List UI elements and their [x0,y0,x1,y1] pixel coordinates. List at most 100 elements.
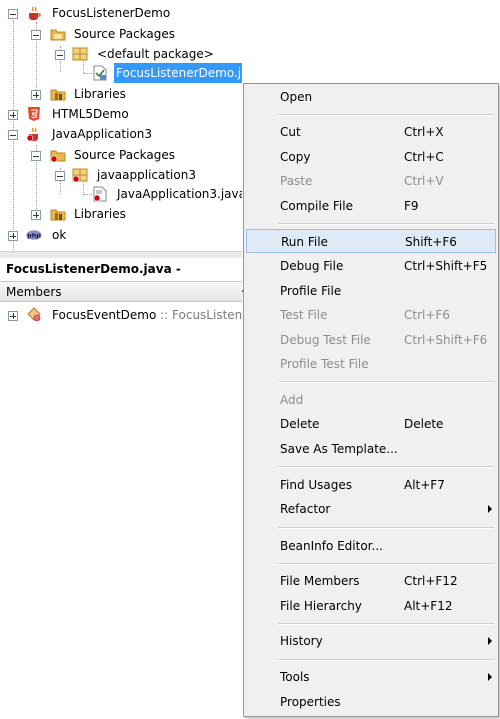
menu-label: Paste [280,174,313,188]
collapse-toggle[interactable] [8,9,18,19]
menu-item-debug-file[interactable]: Debug File Ctrl+Shift+F5 [246,254,496,278]
member-focuseventdemo[interactable]: FocusEventDemo :: FocusListener [0,305,255,325]
collapse-toggle[interactable] [31,30,41,40]
menu-label: Save As Template... [280,442,398,456]
package-icon [72,47,88,61]
source-folder-error-icon [50,150,66,163]
menu-item-properties[interactable]: Properties [246,690,496,714]
menu-item-run-file[interactable]: Run File Shift+F6 [246,229,496,253]
menu-shortcut: Ctrl+Shift+F5 [404,259,488,273]
menu-item-compile-file[interactable]: Compile File F9 [246,194,496,218]
tree-node-focuslistenerdemo[interactable]: FocusListenerDemo [0,3,242,23]
tree-node-libraries[interactable]: Libraries [0,84,242,104]
menu-label: Delete [280,417,320,431]
menu-label: Profile File [280,284,342,298]
tree-node-label: HTML5Demo [52,107,129,121]
submenu-arrow-icon [488,505,492,513]
expand-toggle[interactable] [8,110,18,120]
menu-item-debug-test-file: Debug Test File Ctrl+Shift+F6 [246,328,496,352]
menu-shortcut: F9 [404,199,419,213]
menu-label: Debug File [280,259,344,273]
menu-item-file-members[interactable]: File Members Ctrl+F12 [246,569,496,593]
tree-node-label: FocusListenerDemo [52,6,171,20]
menu-label: Tools [280,670,310,684]
menu-item-paste: Paste Ctrl+V [246,169,496,193]
menu-label: Compile File [280,199,353,213]
menu-label: Test File [280,308,328,322]
tree-node-source-packages[interactable]: Source Packages [0,24,242,44]
menu-item-profile-file[interactable]: Profile File [246,279,496,303]
menu-label: Find Usages [280,478,353,492]
java-file-error-icon [93,186,107,202]
tree-node-javaapplication3[interactable]: JavaApplication3 [0,124,242,144]
menu-label: Cut [280,125,301,139]
tree-node-label: Source Packages [74,148,176,162]
class-icon [27,307,41,322]
tree-node-label: ok [52,228,67,242]
tree-node-label: Source Packages [74,27,176,41]
menu-label: Debug Test File [280,333,371,347]
tree-node-label: <default package> [97,47,214,61]
tree-node-label: Libraries [74,207,126,221]
menu-item-find-usages[interactable]: Find Usages Alt+F7 [246,473,496,497]
menu-item-copy[interactable]: Copy Ctrl+C [246,145,496,169]
menu-item-refactor[interactable]: Refactor [246,497,496,521]
projects-tree[interactable]: FocusListenerDemo Source Packages <defau… [0,0,242,252]
menu-separator [278,381,494,383]
collapse-toggle[interactable] [55,171,65,181]
java-project-icon [29,6,41,20]
menu-item-history[interactable]: History [246,629,496,653]
navigator-members-list[interactable]: FocusEventDemo :: FocusListener [0,302,255,719]
context-menu: Open Cut Ctrl+X Copy Ctrl+C Paste Ctrl+V Co… [243,83,499,717]
navigator-title[interactable]: FocusListenerDemo.java - Navigator > [0,258,244,298]
menu-shortcut: Alt+F7 [404,478,445,492]
menu-item-save-as-template[interactable]: Save As Template... [246,437,496,461]
menu-shortcut: Ctrl+X [404,125,444,139]
member-separator: :: [156,308,173,322]
collapse-toggle[interactable] [8,130,18,140]
svg-text:php: php [27,231,41,239]
menu-shortcut: Ctrl+Shift+F6 [404,333,488,347]
tree-node-html5demo[interactable]: HTML5Demo [0,104,242,124]
expand-toggle[interactable] [31,90,41,100]
tree-node-label: JavaApplication3.java [117,187,242,201]
submenu-arrow-icon [488,637,492,645]
menu-separator [278,527,494,529]
tree-node-label: JavaApplication3 [52,127,153,141]
menu-item-profile-test-file: Profile Test File [246,352,496,376]
collapse-toggle[interactable] [31,151,41,161]
menu-item-add: Add [246,388,496,412]
menu-separator [278,563,494,565]
menu-label: Copy [280,150,311,164]
tree-node-libraries-2[interactable]: Libraries [0,204,242,224]
expand-toggle[interactable] [8,311,18,321]
tree-node-label: javaapplication3 [97,168,196,182]
tree-node-focuslistenerdemo-java[interactable]: FocusListenerDemo.java [0,63,242,83]
menu-item-delete[interactable]: Delete Delete [246,412,496,436]
member-name: FocusEventDemo [52,308,157,322]
menu-item-file-hierarchy[interactable]: File Hierarchy Alt+F12 [246,594,496,618]
tree-node-ok[interactable]: php ok [0,225,242,245]
expand-toggle[interactable] [8,231,18,241]
menu-label: History [280,634,323,648]
menu-separator [278,659,494,661]
menu-item-cut[interactable]: Cut Ctrl+X [246,120,496,144]
menu-shortcut: Ctrl+V [404,174,444,188]
tree-node-source-packages-2[interactable]: Source Packages [0,145,242,165]
libraries-icon [50,209,66,221]
menu-item-open[interactable]: Open [246,85,496,109]
collapse-toggle[interactable] [55,50,65,60]
menu-label: File Hierarchy [280,599,362,613]
menu-label: Profile Test File [280,357,369,371]
menu-shortcut: Ctrl+F12 [404,574,458,588]
members-column-header[interactable]: Members [0,281,242,302]
tree-node-default-package[interactable]: <default package> [0,44,242,64]
php-project-icon: php [26,230,42,240]
menu-separator [278,466,494,468]
tree-node-javaapplication3-package[interactable]: javaapplication3 [0,165,242,185]
menu-shortcut: Ctrl+C [404,150,444,164]
tree-node-javaapplication3-java[interactable]: JavaApplication3.java [0,184,242,204]
menu-item-tools[interactable]: Tools [246,665,496,689]
expand-toggle[interactable] [31,210,41,220]
menu-item-beaninfo-editor[interactable]: BeanInfo Editor... [246,534,496,558]
